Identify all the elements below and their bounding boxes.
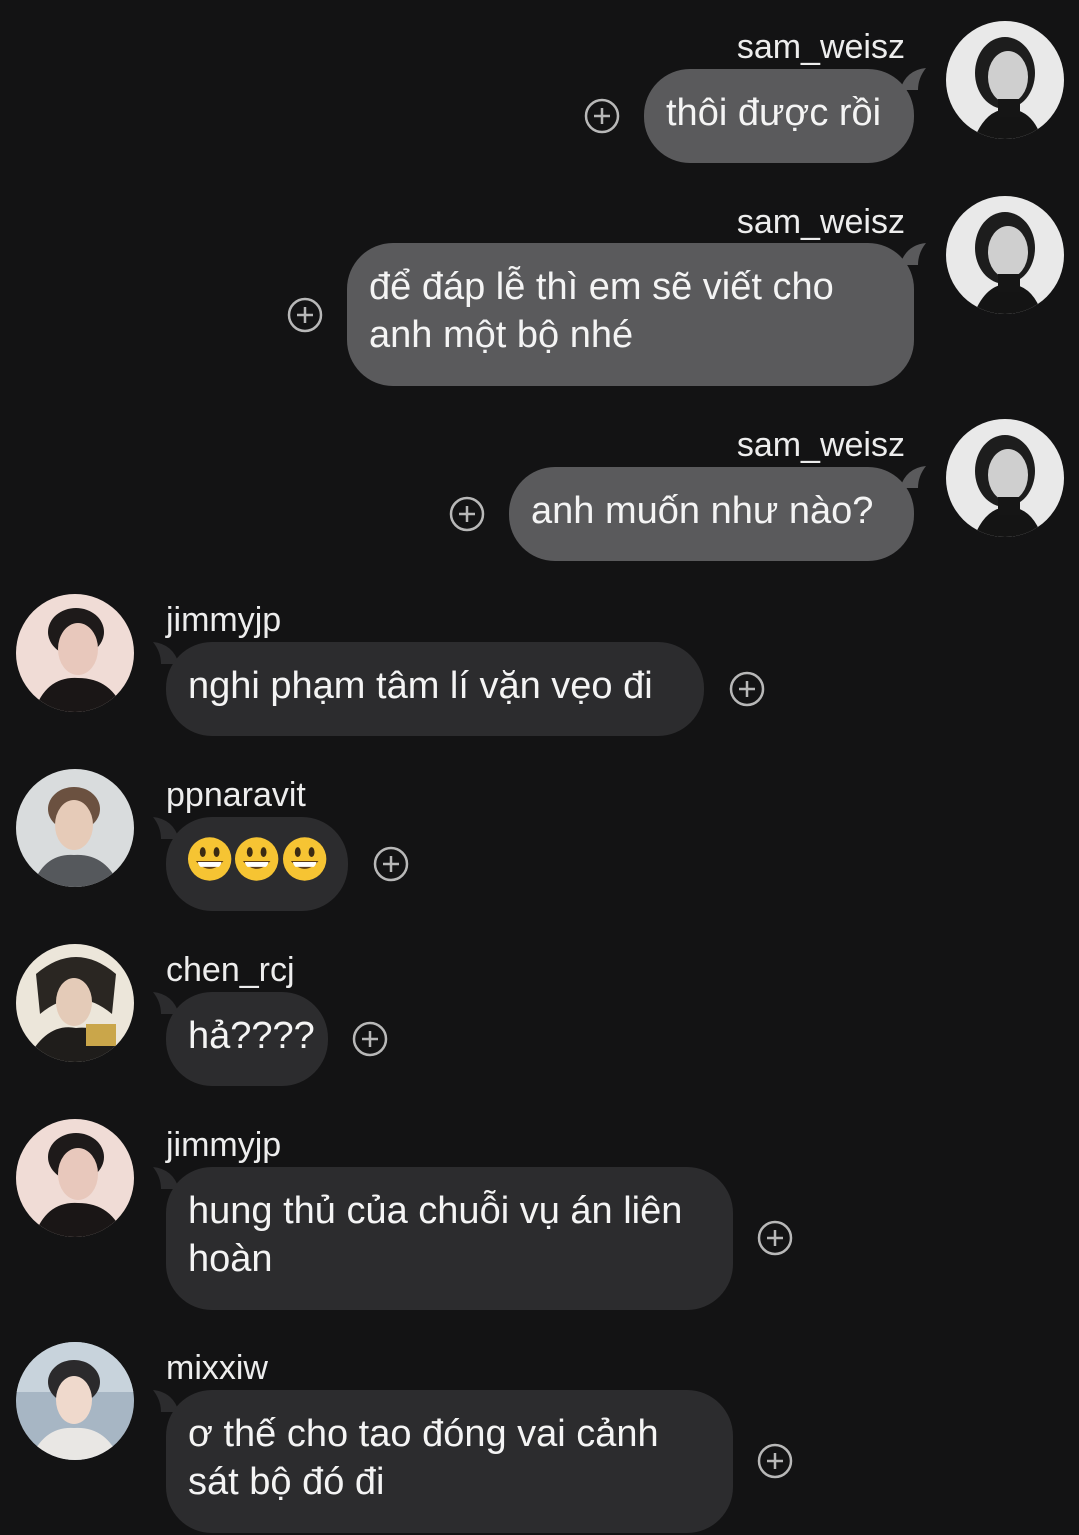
ppnaravit-avatar[interactable] [16, 769, 134, 887]
sender-name[interactable]: chen_rcj [166, 950, 295, 990]
message-bubble[interactable]: hả???? [166, 992, 328, 1086]
add-reaction-icon[interactable] [287, 297, 323, 333]
add-reaction-icon[interactable] [584, 98, 620, 134]
message-bubble[interactable]: anh muốn như nào? [509, 467, 914, 561]
chen-rcj-avatar[interactable] [16, 944, 134, 1062]
add-reaction-icon[interactable] [757, 1220, 793, 1256]
jimmyjp-avatar[interactable] [16, 1119, 134, 1237]
bubble-tail [900, 64, 926, 90]
add-reaction-icon[interactable] [373, 846, 409, 882]
bubble-tail [900, 239, 926, 265]
jimmyjp-avatar[interactable] [16, 594, 134, 712]
sender-name[interactable]: mixxiw [166, 1348, 268, 1388]
sam-weisz-avatar[interactable] [946, 21, 1064, 139]
sam-weisz-avatar[interactable] [946, 419, 1064, 537]
grinning-face-emoji [282, 837, 327, 881]
message-bubble[interactable]: hung thủ của chuỗi vụ án liên hoàn [166, 1167, 733, 1310]
sam-weisz-avatar[interactable] [946, 196, 1064, 314]
add-reaction-icon[interactable] [449, 496, 485, 532]
sender-name[interactable]: jimmyjp [166, 600, 281, 640]
grinning-face-emoji [235, 837, 279, 881]
sender-name[interactable]: sam_weisz [737, 202, 905, 242]
sender-name[interactable]: ppnaravit [166, 775, 306, 815]
bubble-tail [900, 462, 926, 488]
message-bubble[interactable]: để đáp lễ thì em sẽ viết cho anh một bộ … [347, 243, 914, 386]
mixxiw-avatar[interactable] [16, 1342, 134, 1460]
add-reaction-icon[interactable] [729, 671, 765, 707]
sender-name[interactable]: sam_weisz [737, 27, 905, 67]
message-bubble[interactable]: ơ thế cho tao đóng vai cảnh sát bộ đó đi [166, 1390, 733, 1533]
sender-name[interactable]: sam_weisz [737, 425, 905, 465]
add-reaction-icon[interactable] [757, 1443, 793, 1479]
grinning-face-emoji [187, 837, 232, 881]
message-bubble[interactable]: nghi phạm tâm lí vặn vẹo đi [166, 642, 704, 736]
emoji-message-bubble[interactable] [166, 817, 348, 911]
sender-name[interactable]: jimmyjp [166, 1125, 281, 1165]
message-bubble[interactable]: thôi được rồi [644, 69, 914, 163]
add-reaction-icon[interactable] [352, 1021, 388, 1057]
